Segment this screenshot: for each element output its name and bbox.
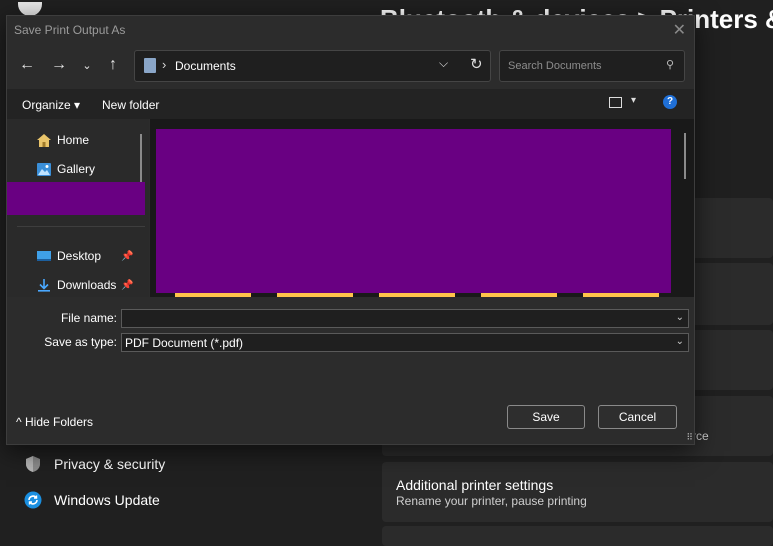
new-folder-button[interactable]: New folder — [102, 98, 159, 112]
settings-card[interactable] — [382, 526, 773, 546]
search-input[interactable] — [506, 57, 660, 75]
avatar — [18, 2, 42, 16]
documents-folder-icon — [144, 58, 156, 73]
file-name-field[interactable]: ⌄ — [121, 309, 689, 328]
search-box[interactable]: ⚲ — [499, 50, 685, 82]
nav-item-desktop[interactable]: Desktop — [37, 249, 101, 263]
file-list-scrollbar[interactable] — [684, 133, 686, 179]
downloads-icon — [37, 278, 51, 292]
hide-folders-button[interactable]: ^ Hide Folders — [16, 415, 93, 429]
help-icon[interactable]: ? — [663, 95, 677, 109]
save-dialog: Save Print Output As ✕ ← → ⌄ ↑ › Documen… — [6, 15, 695, 445]
save-as-type-select[interactable]: PDF Document (*.pdf) ⌄ — [121, 333, 689, 352]
nav-item-label: Home — [57, 133, 90, 147]
view-dropdown-icon[interactable]: ▾ — [631, 95, 636, 106]
nav-item-privacy-security[interactable]: Privacy & security — [24, 455, 165, 473]
navigation-pane: Home Gallery Desktop 📌 Downloads 📌 — [7, 119, 149, 297]
nav-item-windows-update[interactable]: Windows Update — [24, 491, 160, 509]
hide-folders-label: Hide Folders — [24, 415, 94, 429]
address-dropdown-icon[interactable]: ⌵ — [439, 56, 448, 71]
save-as-type-value: PDF Document (*.pdf) — [125, 336, 244, 350]
additional-printer-settings-card[interactable]: Additional printer settings Rename your … — [382, 462, 773, 522]
chevron-up-icon: ^ — [16, 415, 22, 429]
address-bar[interactable]: › Documents ⌵ ↻ — [134, 50, 491, 82]
chevron-down-icon[interactable]: ⌄ — [676, 336, 684, 347]
home-icon — [37, 133, 51, 147]
nav-item-label: Desktop — [57, 249, 102, 263]
file-list-selection — [156, 129, 671, 293]
breadcrumb-chevron-icon: › — [162, 57, 167, 72]
desktop-icon — [37, 250, 51, 263]
nav-item-selected[interactable] — [7, 182, 145, 215]
file-list[interactable] — [150, 119, 694, 297]
nav-item-label: Windows Update — [54, 492, 160, 508]
up-arrow-icon[interactable]: ↑ — [102, 56, 124, 74]
organize-button[interactable]: Organize ▾ — [22, 98, 80, 112]
gallery-icon — [37, 162, 51, 176]
windows-update-icon — [24, 491, 42, 509]
forward-arrow-icon[interactable]: → — [48, 56, 70, 74]
dialog-title: Save Print Output As — [14, 23, 126, 37]
shield-icon — [24, 455, 42, 473]
card-title: Additional printer settings — [396, 477, 554, 493]
cancel-button[interactable]: Cancel — [598, 405, 677, 429]
breadcrumb-documents[interactable]: Documents — [175, 59, 236, 73]
chevron-down-icon[interactable]: ⌄ — [676, 312, 684, 323]
resize-grip-icon[interactable]: ⠿ — [686, 432, 693, 443]
refresh-icon[interactable]: ↻ — [470, 55, 483, 73]
nav-item-home[interactable]: Home — [37, 133, 89, 147]
command-bar: Organize ▾ New folder ▾ ? — [7, 89, 694, 119]
save-as-type-label: Save as type: — [44, 335, 117, 349]
view-options-icon[interactable] — [609, 97, 622, 108]
nav-item-gallery[interactable]: Gallery — [37, 162, 95, 176]
pin-icon[interactable]: 📌 — [121, 251, 133, 262]
close-icon[interactable]: ✕ — [673, 20, 686, 40]
save-button[interactable]: Save — [507, 405, 585, 429]
nav-item-label: Downloads — [57, 278, 117, 292]
navpane-scrollbar[interactable] — [140, 134, 142, 182]
save-form: File name: ⌄ Save as type: PDF Document … — [7, 297, 694, 444]
recent-locations-chevron-icon[interactable]: ⌄ — [76, 59, 98, 72]
nav-item-label: Privacy & security — [54, 456, 166, 472]
divider — [17, 226, 145, 227]
search-icon: ⚲ — [665, 59, 674, 71]
nav-item-label: Gallery — [57, 162, 96, 176]
pin-icon[interactable]: 📌 — [121, 280, 133, 291]
nav-item-downloads[interactable]: Downloads — [37, 278, 116, 292]
card-subtitle: Rename your printer, pause printing — [396, 494, 587, 508]
back-arrow-icon[interactable]: ← — [16, 56, 38, 74]
file-name-label: File name: — [60, 311, 117, 325]
